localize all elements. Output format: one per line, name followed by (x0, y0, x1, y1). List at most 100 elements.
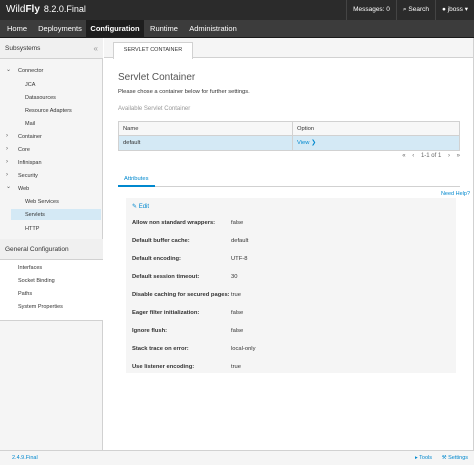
table-row[interactable]: default View ❯ (119, 136, 459, 150)
caret-right-icon[interactable]: › (6, 159, 8, 165)
attribute-value: false (231, 220, 244, 226)
first-page-button[interactable]: « (402, 153, 405, 159)
edit-icon: ✎ (132, 204, 138, 210)
caret-down-icon[interactable]: ⌄ (6, 66, 11, 73)
tab-servlet-container[interactable]: SERVLET CONTAINER (113, 42, 193, 59)
main-content: SERVLET CONTAINER Servlet Container Plea… (104, 38, 474, 450)
tab-attributes[interactable]: Attributes (118, 171, 155, 187)
attribute-label: Eager filter initialization: (132, 310, 200, 316)
prev-page-button[interactable]: ‹ (412, 153, 414, 159)
pager-info: 1-1 of 1 (420, 153, 442, 159)
nav-system-properties[interactable]: System Properties (18, 304, 63, 310)
settings-button[interactable]: ⚒ Settings (442, 455, 468, 461)
attribute-label: Disable caching for secured pages: (132, 292, 230, 298)
search-icon: ⌕ (402, 6, 407, 13)
edit-button[interactable]: ✎ Edit (132, 203, 149, 210)
attribute-label: Default encoding: (132, 256, 181, 262)
tree-item-connector[interactable]: Connector (18, 68, 43, 74)
edit-label: Edit (138, 204, 150, 210)
tree-item-datasources[interactable]: Datasources (25, 95, 56, 101)
subsystems-header: Subsystems « (0, 38, 103, 59)
detail-tabs: Attributes (118, 171, 460, 187)
tree-item-resource-adapters[interactable]: Resource Adapters (25, 108, 72, 114)
main-navigation: Home Deployments Configuration Runtime A… (0, 20, 474, 38)
general-config-header[interactable]: General Configuration (0, 239, 103, 260)
attribute-value: UTF-8 (231, 256, 248, 262)
attribute-label: Default session timeout: (132, 274, 200, 280)
attribute-value: local-only (231, 346, 256, 352)
nav-home[interactable]: Home (0, 20, 34, 38)
attribute-value: false (231, 310, 244, 316)
nav-paths[interactable]: Paths (18, 291, 32, 297)
table-pager: « ‹ 1-1 of 1 › » (397, 153, 460, 159)
column-header-name[interactable]: Name (123, 122, 138, 136)
user-name: jboss (447, 6, 463, 13)
masthead: WildFly 8.2.0.Final Messages: 0 ⌕ Search … (0, 0, 474, 20)
attribute-value: default (231, 238, 249, 244)
nav-runtime[interactable]: Runtime (144, 20, 184, 38)
tree-item-core[interactable]: Core (18, 147, 30, 153)
wrench-icon: ⚒ (441, 455, 447, 461)
view-link-label: View (297, 140, 310, 146)
user-menu-button[interactable]: ● jboss ▾ (434, 0, 474, 20)
caret-right-icon[interactable]: › (6, 146, 8, 152)
table-header-row: Name Option (119, 122, 459, 136)
attribute-label: Use listener encoding: (132, 364, 195, 370)
tree-item-http[interactable]: HTTP (25, 226, 39, 232)
tools-button[interactable]: ▸ Tools (415, 455, 432, 461)
caret-down-icon[interactable]: ⌄ (6, 183, 11, 190)
tree-item-servlets[interactable]: Servlets (25, 212, 45, 218)
caret-right-icon[interactable]: › (6, 172, 8, 178)
search-label: Search (408, 6, 429, 13)
tree-item-jca[interactable]: JCA (25, 82, 35, 88)
next-page-button[interactable]: › (448, 153, 450, 159)
tree-item-security[interactable]: Security (18, 173, 38, 179)
attribute-value: true (231, 292, 241, 298)
caret-right-icon[interactable]: › (6, 133, 8, 139)
settings-label: Settings (448, 455, 468, 461)
footer: 2.4.9.Final ▸ Tools ⚒ Settings (0, 450, 474, 465)
brand-name-thin: Wild (6, 4, 26, 15)
product-version: 8.2.0.Final (43, 4, 86, 14)
page-description: Please chose a container below for furth… (118, 89, 250, 95)
collapse-sidebar-icon[interactable]: « (94, 38, 98, 59)
column-header-option[interactable]: Option (297, 122, 314, 136)
page-title: Servlet Container (118, 72, 196, 83)
tree-item-infinispan[interactable]: Infinispan (18, 160, 42, 166)
nav-socket-binding[interactable]: Socket Binding (18, 278, 55, 284)
attribute-value: false (231, 328, 244, 334)
nav-administration[interactable]: Administration (184, 20, 242, 38)
servlet-container-table: Name Option default View ❯ (118, 121, 460, 151)
attribute-value: 30 (231, 274, 238, 280)
brand-logo: WildFly 8.2.0.Final (6, 4, 86, 15)
need-help-link[interactable]: Need Help? (441, 191, 470, 197)
nav-interfaces[interactable]: Interfaces (18, 265, 42, 271)
tools-caret-icon: ▸ (414, 455, 418, 461)
tools-label: Tools (419, 455, 432, 461)
nav-deployments[interactable]: Deployments (34, 20, 86, 38)
search-button[interactable]: ⌕ Search (395, 0, 435, 20)
chevron-right-icon: ❯ (311, 140, 316, 146)
view-link[interactable]: View ❯ (297, 136, 316, 150)
tree-item-web-services[interactable]: Web Services (25, 199, 59, 205)
attribute-label: Default buffer cache: (132, 238, 190, 244)
sidebar: Subsystems « ⌄ Connector JCA Datasources… (0, 38, 103, 450)
attribute-label: Ignore flush: (132, 328, 168, 334)
general-config-title: General Configuration (5, 246, 69, 253)
user-icon: ● (441, 6, 446, 13)
brand-name-bold: Fly (25, 4, 40, 15)
console-version-link[interactable]: 2.4.9.Final (12, 455, 38, 461)
attributes-panel: ✎ Edit Allow non standard wrappers: false… (126, 198, 456, 373)
attribute-label: Allow non standard wrappers: (132, 220, 216, 226)
chevron-down-icon: ▾ (464, 6, 468, 13)
tree-item-web[interactable]: Web (18, 186, 29, 192)
last-page-button[interactable]: » (457, 153, 460, 159)
tree-item-mail[interactable]: Mail (25, 121, 35, 127)
messages-button[interactable]: Messages: 0 (346, 0, 396, 20)
nav-configuration[interactable]: Configuration (86, 20, 144, 38)
content-tabstrip: SERVLET CONTAINER (104, 38, 474, 59)
section-heading: Available Servlet Container (118, 106, 191, 112)
tree-item-container[interactable]: Container (18, 134, 42, 140)
general-config-panel: Interfaces Socket Binding Paths System P… (0, 260, 103, 321)
attribute-label: Stack trace on error: (132, 346, 189, 352)
